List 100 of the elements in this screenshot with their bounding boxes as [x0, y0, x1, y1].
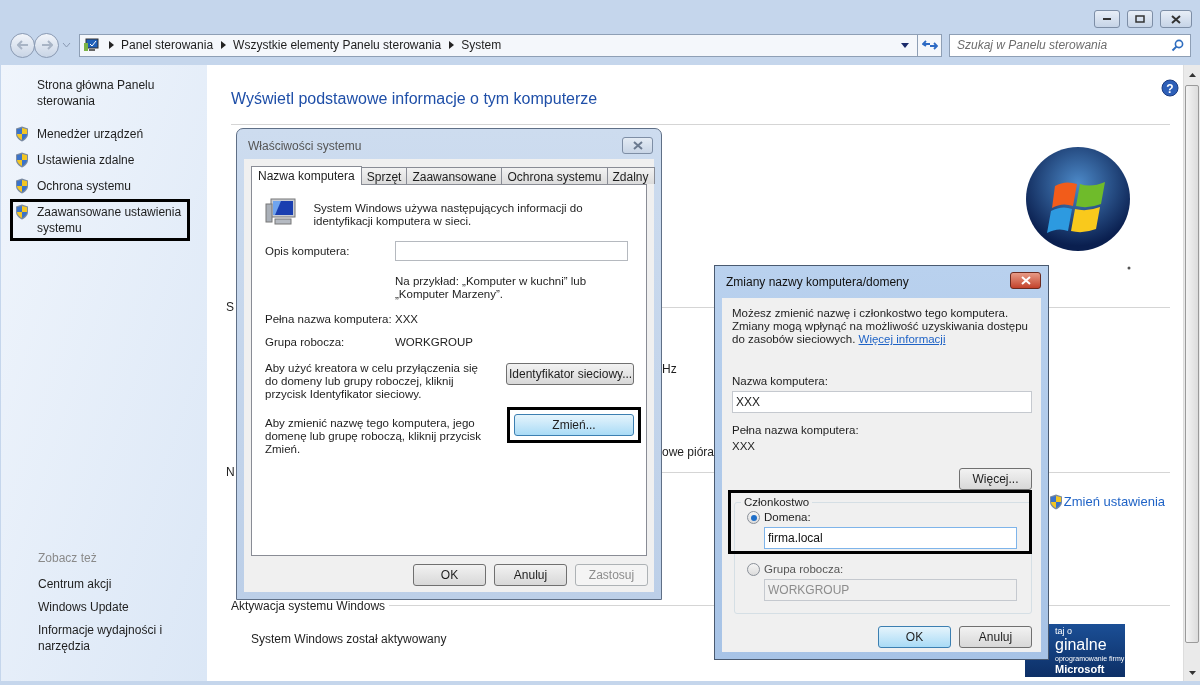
sidebar-link[interactable]: Ustawienia zdalne: [10, 147, 190, 173]
more-button[interactable]: Więcej...: [959, 468, 1032, 490]
field-label: Nazwa komputera:: [732, 375, 829, 388]
field-label: Pełna nazwa komputera:: [265, 313, 393, 326]
page-heading: Wyświetl podstawowe informacje o tym komputerze: [231, 89, 598, 109]
maximize-button[interactable]: [1127, 10, 1153, 28]
forward-button[interactable]: [34, 32, 59, 58]
section-heading: Aktywacja systemu Windows: [231, 597, 386, 615]
shield-icon: [1048, 493, 1063, 510]
refresh-icon: [921, 39, 938, 51]
sidebar-link-label: Ochrona systemu: [37, 178, 132, 194]
shield-icon: [15, 178, 29, 194]
more-info-link[interactable]: Więcej informacji: [858, 333, 946, 345]
search-field[interactable]: Szukaj w Panelu sterowania: [949, 33, 1191, 57]
change-button[interactable]: Zmień...: [514, 414, 634, 436]
address-bar[interactable]: Panel sterowania Wszystkie elementy Panelu sterowania System: [79, 33, 942, 57]
tab[interactable]: Nazwa komputera: [251, 166, 362, 185]
radio-option[interactable]: Domena:: [747, 511, 811, 524]
sidebar-link-label: Zaawansowane ustawienia systemu: [37, 204, 183, 236]
breadcrumb-item[interactable]: Wszystkie elementy Panelu sterowania: [233, 36, 442, 54]
close-icon: [1020, 275, 1031, 285]
section-heading: N: [226, 464, 235, 481]
badge-text: ginalne: [1055, 636, 1107, 653]
tab[interactable]: Sprzęt: [360, 167, 408, 184]
breadcrumb-arrow-icon: [221, 41, 227, 49]
breadcrumb-arrow-icon: [109, 41, 114, 49]
field-value: WORKGROUP: [395, 336, 474, 349]
tab[interactable]: Zdalny: [606, 167, 655, 184]
minimize-button[interactable]: [1094, 10, 1120, 28]
property-value: owe pióra: [662, 445, 715, 459]
field-label: Grupa robocza:: [265, 336, 346, 349]
back-arrow-icon: [16, 40, 29, 50]
close-button[interactable]: [1010, 271, 1041, 289]
shield-icon: [15, 204, 29, 220]
intro-text: Możesz zmienić nazwę i członkostwo tego komputera. Zmiany mogą wpłynąć na możliwość uzyskiwania dostępu do zasobów sieciowych. Więcej informacji: [732, 307, 1029, 346]
activation-status: System Windows został aktywowany: [250, 630, 447, 648]
scrollbar[interactable]: [1183, 65, 1200, 681]
sidebar-link[interactable]: Zaawansowane ustawienia systemu: [10, 199, 190, 241]
computer-name-field[interactable]: XXX: [732, 391, 1032, 413]
restore-icon: [1135, 15, 1145, 23]
search-icon: [1171, 38, 1184, 52]
scroll-down-icon: [1188, 671, 1196, 675]
help-icon[interactable]: ?: [1161, 79, 1179, 97]
close-button[interactable]: [1160, 10, 1192, 28]
radio-option[interactable]: Grupa robocza:: [747, 563, 844, 576]
field-label: Opis komputera:: [265, 244, 351, 258]
breadcrumb-arrow-icon: [449, 41, 455, 49]
refresh-button[interactable]: [917, 34, 941, 56]
sidebar-link-label: Menedżer urządzeń: [37, 126, 144, 142]
close-icon: [632, 140, 643, 150]
sidebar-link[interactable]: Windows Update: [38, 599, 188, 615]
back-button[interactable]: [10, 32, 35, 58]
dropdown-icon[interactable]: [901, 42, 909, 48]
instruction-text: Aby zmienić nazwę tego komputera, jego domenę lub grupę roboczą, kliknij przycisk Zmień.: [265, 417, 483, 456]
instruction-text: Aby użyć kreatora w celu przyłączenia się do domeny lub grupy roboczej, kliknij przycisk Identyfikator sieciowy.: [265, 362, 479, 401]
sidebar-link[interactable]: Informacje wydajności i narzędzia: [38, 622, 188, 654]
radio-button[interactable]: [747, 563, 760, 576]
control-panel-icon: [83, 38, 99, 52]
close-icon: [1171, 14, 1181, 24]
section-heading: S: [226, 299, 234, 316]
badge-text: Microsoft: [1055, 663, 1105, 675]
search-placeholder: Szukaj w Panelu sterowania: [957, 37, 1109, 54]
sidebar-link[interactable]: Menedżer urządzeń: [10, 121, 190, 147]
field-value: XXX: [732, 440, 756, 453]
radio-button[interactable]: [747, 511, 760, 524]
sidebar-link[interactable]: Ochrona systemu: [10, 173, 190, 199]
dialog-button[interactable]: Anuluj: [959, 626, 1032, 648]
sidebar-link[interactable]: Strona główna Panelu sterowania: [37, 77, 187, 109]
minimize-icon: [1102, 17, 1112, 21]
dialog-button[interactable]: OK: [878, 626, 951, 648]
tab[interactable]: Ochrona systemu: [501, 167, 608, 184]
see-also-heading: Zobacz też: [38, 550, 98, 567]
dialog-title: Zmiany nazwy komputera/domeny: [726, 274, 909, 291]
dialog-button[interactable]: Anuluj: [494, 564, 567, 586]
domain-field[interactable]: firma.local: [764, 527, 1017, 549]
description-field[interactable]: [395, 241, 628, 261]
scroll-up-icon: [1188, 73, 1196, 77]
network-id-button[interactable]: Identyfikator sieciowy...: [506, 363, 634, 385]
dialog-button[interactable]: OK: [413, 564, 486, 586]
shield-icon: [15, 126, 29, 142]
computer-icon: [265, 198, 297, 226]
dialog-title: Właściwości systemu: [248, 138, 362, 155]
field-value: XXX: [395, 313, 419, 326]
breadcrumb-item[interactable]: Panel sterowania: [121, 36, 214, 54]
change-settings-label: Zmień ustawienia: [1063, 493, 1165, 511]
group-title: Członkostwo: [743, 496, 811, 509]
radio-label: Domena:: [764, 511, 811, 524]
hint-text: Na przykład: „Komputer w kuchni” lub „Komputer Marzeny”.: [395, 275, 588, 301]
tab[interactable]: Zaawansowane: [406, 167, 503, 184]
shield-icon: [15, 152, 29, 168]
scrollbar-thumb[interactable]: [1185, 85, 1199, 643]
change-settings-link[interactable]: Zmień ustawienia: [1048, 492, 1165, 512]
breadcrumb-item[interactable]: System: [461, 36, 502, 54]
field-label: Pełna nazwa komputera:: [732, 424, 860, 437]
sidebar-link[interactable]: Centrum akcji: [38, 576, 188, 592]
property-value: Hz: [662, 362, 677, 376]
badge-text: taj o: [1055, 625, 1072, 637]
radio-label: Grupa robocza:: [764, 563, 844, 576]
sidebar-link-label: Ustawienia zdalne: [37, 152, 135, 168]
intro-text: System Windows używa następujących informacji do identyfikacji komputera w sieci.: [313, 202, 584, 228]
